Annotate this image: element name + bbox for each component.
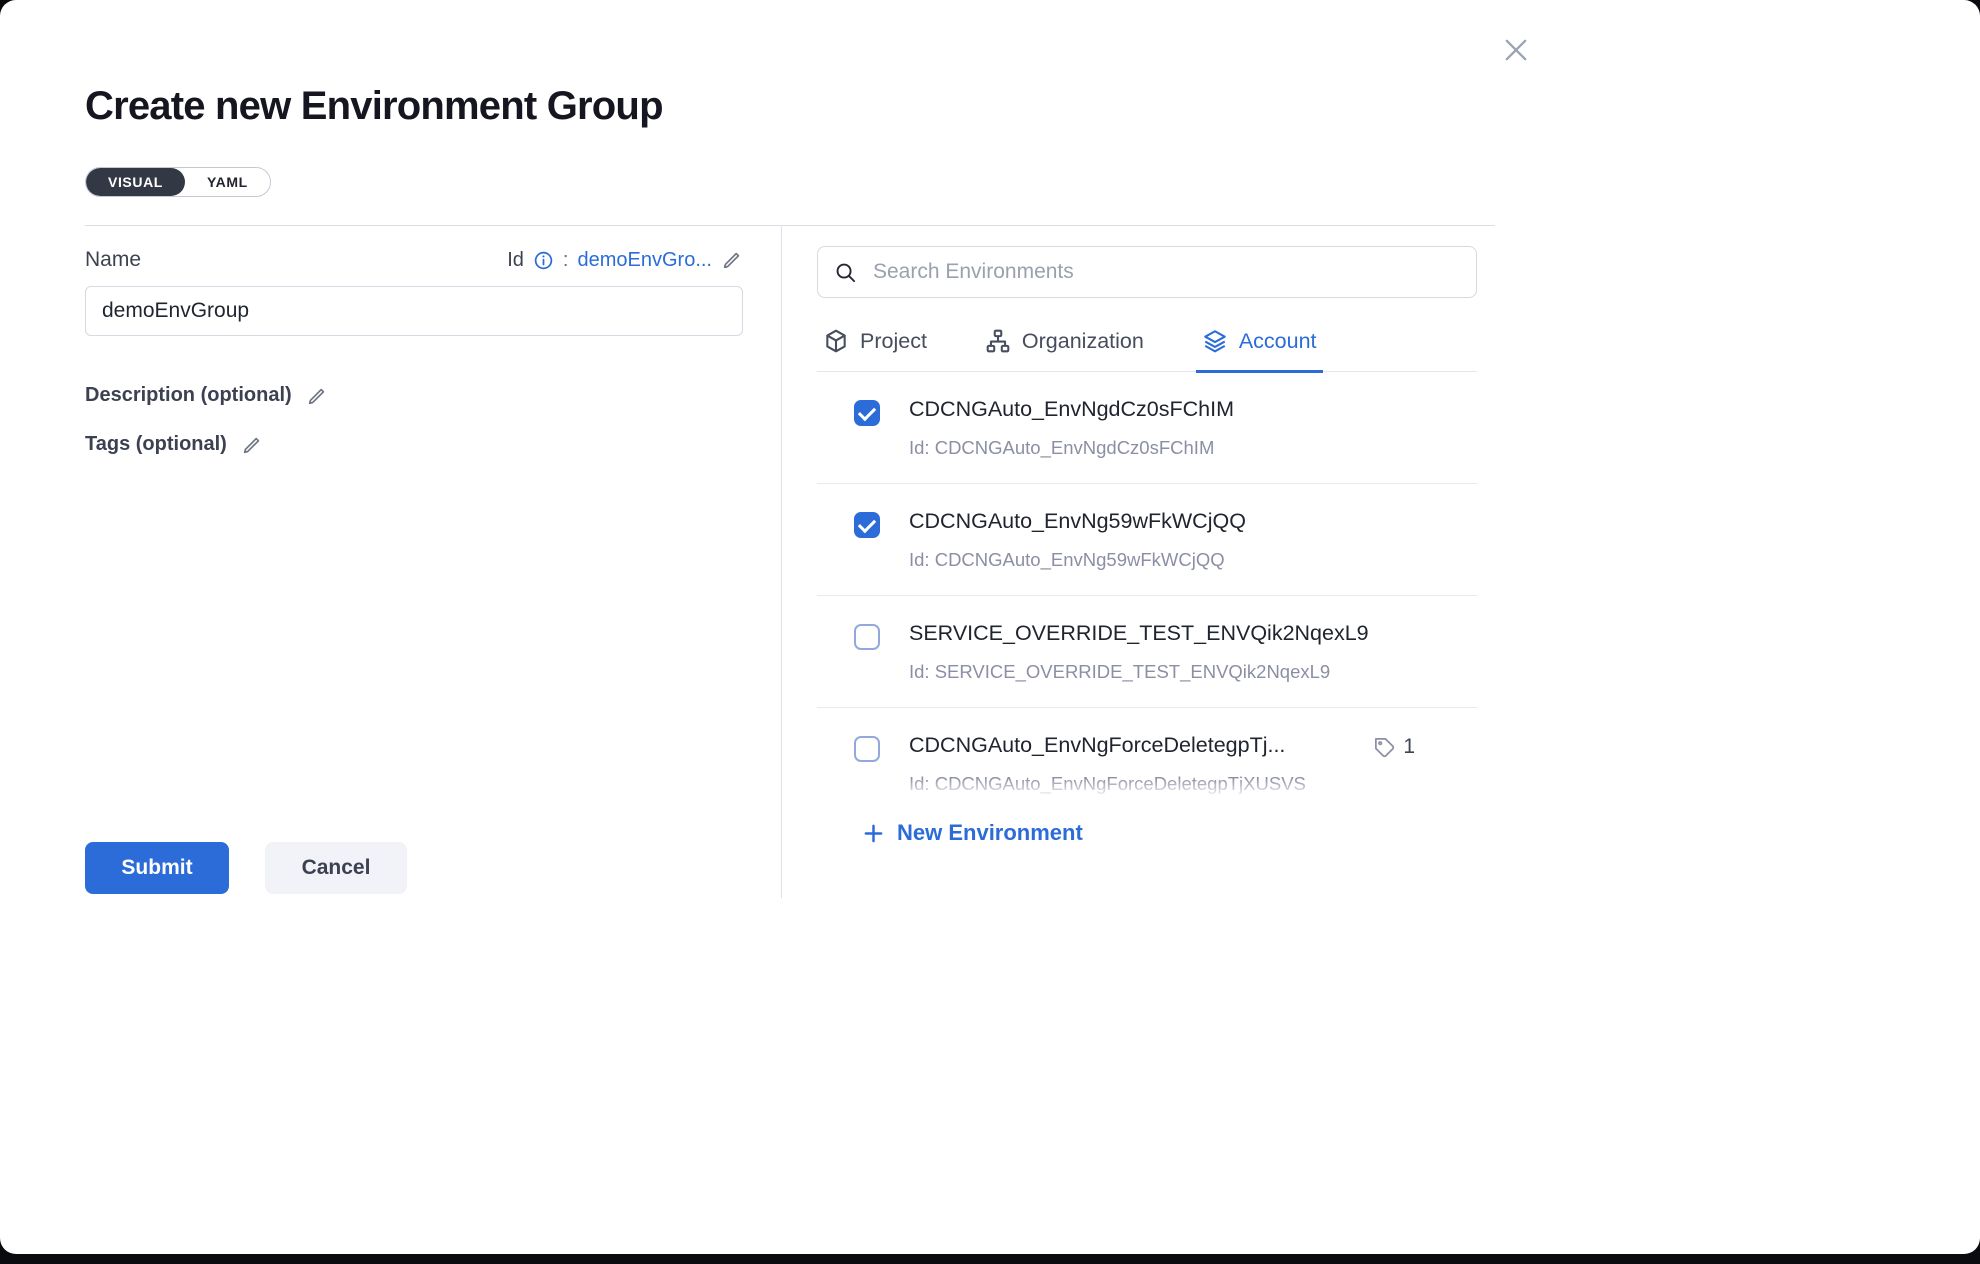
name-input[interactable] <box>85 286 743 336</box>
environment-search <box>817 246 1477 298</box>
edit-description-icon[interactable] <box>306 385 328 407</box>
edit-tags-icon[interactable] <box>241 434 263 456</box>
new-environment-button[interactable]: New Environment <box>862 820 1083 846</box>
tab-account-label: Account <box>1239 329 1317 354</box>
environment-checkbox[interactable] <box>854 624 880 650</box>
tab-project-label: Project <box>860 329 927 354</box>
tags-label: Tags (optional) <box>85 433 227 456</box>
id-value-link[interactable]: demoEnvGro... <box>577 249 712 272</box>
environment-row: CDCNGAuto_EnvNg59wFkWCjQQ Id: CDCNGAuto_… <box>817 484 1477 596</box>
environment-row: CDCNGAuto_EnvNgdCz0sFChIM Id: CDCNGAuto_… <box>817 372 1477 484</box>
environment-name: CDCNGAuto_EnvNg59wFkWCjQQ <box>909 509 1246 534</box>
environment-checkbox[interactable] <box>854 512 880 538</box>
name-label: Name <box>85 248 141 272</box>
tab-account[interactable]: Account <box>1196 328 1323 373</box>
tab-project[interactable]: Project <box>817 328 933 373</box>
environment-id: Id: CDCNGAuto_EnvNgdCz0sFChIM <box>909 437 1234 459</box>
tab-organization-label: Organization <box>1022 329 1144 354</box>
plus-icon <box>862 822 885 845</box>
environment-name: SERVICE_OVERRIDE_TEST_ENVQik2NqexL9 <box>909 621 1369 646</box>
environment-checkbox[interactable] <box>854 400 880 426</box>
tag-badge: 1 <box>1373 735 1415 759</box>
create-environment-group-dialog: Create new Environment Group VISUAL YAML… <box>0 0 1980 1254</box>
environment-id: Id: SERVICE_OVERRIDE_TEST_ENVQik2NqexL9 <box>909 661 1369 683</box>
environment-name: CDCNGAuto_EnvNgdCz0sFChIM <box>909 397 1234 422</box>
toggle-yaml[interactable]: YAML <box>185 168 270 196</box>
environment-list: CDCNGAuto_EnvNgdCz0sFChIM Id: CDCNGAuto_… <box>817 372 1477 796</box>
submit-button[interactable]: Submit <box>85 842 229 894</box>
toggle-visual[interactable]: VISUAL <box>86 168 185 196</box>
search-input[interactable] <box>871 259 1460 285</box>
new-environment-label: New Environment <box>897 820 1083 846</box>
environment-row: SERVICE_OVERRIDE_TEST_ENVQik2NqexL9 Id: … <box>817 596 1477 708</box>
id-colon: : <box>563 249 569 272</box>
environment-checkbox[interactable] <box>854 736 880 762</box>
scope-tabs: Project Organization <box>817 328 1477 372</box>
tab-organization[interactable]: Organization <box>979 328 1150 373</box>
info-icon[interactable] <box>533 250 554 271</box>
org-hierarchy-icon <box>985 328 1011 354</box>
close-icon[interactable] <box>1496 30 1536 70</box>
environment-row: CDCNGAuto_EnvNgForceDeletegpTj... Id: CD… <box>817 708 1477 796</box>
visual-yaml-toggle: VISUAL YAML <box>85 167 271 197</box>
cube-icon <box>823 328 849 354</box>
id-label: Id <box>507 249 524 272</box>
description-label: Description (optional) <box>85 384 292 407</box>
environment-id: Id: CDCNGAuto_EnvNgForceDeletegpTjXUSVS <box>909 773 1306 795</box>
layers-icon <box>1202 328 1228 354</box>
cancel-button[interactable]: Cancel <box>265 842 407 894</box>
vertical-divider <box>781 226 782 898</box>
environment-id: Id: CDCNGAuto_EnvNg59wFkWCjQQ <box>909 549 1246 571</box>
tag-count: 1 <box>1403 735 1415 759</box>
environments-panel: Project Organization <box>817 226 1479 918</box>
tag-icon <box>1373 736 1396 759</box>
edit-id-icon[interactable] <box>721 249 743 271</box>
environment-name: CDCNGAuto_EnvNgForceDeletegpTj... <box>909 733 1306 758</box>
page-title: Create new Environment Group <box>85 84 1980 129</box>
search-icon <box>834 261 857 284</box>
form-column: Name Id : demoEnvGro... <box>85 226 743 918</box>
